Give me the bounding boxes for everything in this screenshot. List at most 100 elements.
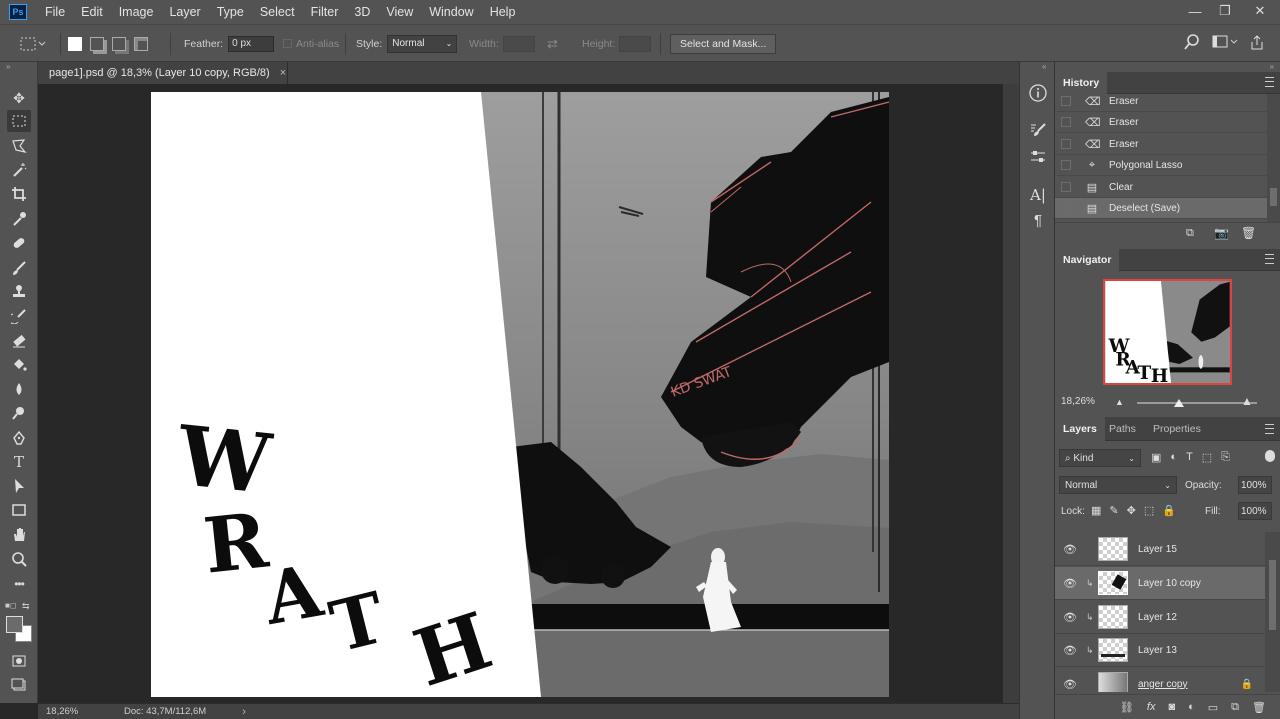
minimize-button[interactable]: — [1180,0,1210,22]
document-tab[interactable]: page1].psd @ 18,3% (Layer 10 copy, RGB/8… [38,62,288,84]
filter-shape-icon[interactable]: ⬚ [1202,451,1212,464]
navigator-zoom-value[interactable]: 18,26% [1061,396,1095,407]
eraser-tool-icon[interactable] [7,329,31,351]
menu-filter[interactable]: Filter [303,0,347,24]
character-panel-icon[interactable]: A| [1026,184,1050,206]
close-tab-icon[interactable]: × [280,67,286,79]
status-arrow-icon[interactable]: › [242,706,246,718]
vertical-scrollbar[interactable] [1003,84,1019,703]
hand-tool-icon[interactable] [7,524,31,546]
tab-paths[interactable]: Paths [1101,417,1144,441]
canvas-area[interactable]: KD SWAT W R A T H [38,84,1019,703]
add-mask-icon[interactable]: ◙ [1168,701,1175,713]
eye-icon[interactable]: 👁 [1060,644,1080,657]
tab-layers[interactable]: Layers [1055,417,1105,441]
new-selection-icon[interactable] [68,36,82,51]
layer-row-selected[interactable]: 👁 ↳ Layer 10 copy [1055,567,1265,600]
path-selection-tool-icon[interactable] [7,475,31,497]
lock-all-icon[interactable]: 🔒 [1162,504,1176,517]
close-button[interactable]: ✕ [1240,0,1280,22]
navigator-panel-menu-icon[interactable] [1265,254,1274,264]
height-input[interactable] [619,35,652,52]
fill-input[interactable]: 100% [1238,502,1272,520]
layer-style-fx-icon[interactable]: fx [1147,701,1156,713]
delete-layer-icon[interactable]: 🗑 [1252,701,1266,714]
new-document-from-state-icon[interactable]: ⧉ [1186,227,1194,240]
zoom-out-mountain-icon[interactable]: ▲ [1115,397,1124,407]
type-tool-icon[interactable]: T [7,451,31,473]
lock-position-icon[interactable]: ✥ [1127,504,1136,517]
collapse-right-icon[interactable]: » [1270,62,1274,71]
menu-layer[interactable]: Layer [161,0,208,24]
filter-pixel-icon[interactable]: ▣ [1151,451,1161,464]
menu-image[interactable]: Image [111,0,162,24]
history-brush-tool-icon[interactable] [7,305,31,327]
layer-row[interactable]: 👁 Layer 15 [1055,533,1265,566]
filter-toggle-icon[interactable] [1265,450,1275,462]
snapshot-camera-icon[interactable]: 📷 [1214,226,1229,240]
feather-input[interactable]: 0 px [228,35,275,52]
marquee-preset-button[interactable] [20,25,46,62]
menu-view[interactable]: View [378,0,421,24]
filter-adjustment-icon[interactable]: ◐ [1170,451,1177,464]
eyedropper-tool-icon[interactable] [7,208,31,230]
opacity-input[interactable]: 100% [1238,476,1272,494]
delete-state-icon[interactable]: 🗑 [1241,226,1256,240]
layer-row[interactable]: 👁 ↳ Layer 12 [1055,601,1265,634]
width-input[interactable] [502,35,535,52]
info-panel-icon[interactable] [1026,82,1050,104]
lock-artboard-icon[interactable]: ⬚ [1144,504,1154,517]
menu-window[interactable]: Window [421,0,481,24]
layers-scrollbar[interactable] [1265,532,1280,692]
history-item-selected[interactable]: ▤ Deselect (Save) [1055,198,1267,219]
navigator-zoom-slider[interactable] [1137,399,1257,407]
quick-mask-icon[interactable] [7,650,31,672]
expand-panels-icon[interactable]: « [1042,62,1046,71]
zoom-in-mountain-icon[interactable]: ▲ [1241,394,1253,408]
history-item[interactable]: ⌫ Eraser [1055,112,1267,133]
tab-navigator[interactable]: Navigator [1055,249,1120,271]
layer-row[interactable]: 👁 anger copy 🔒 [1055,668,1265,692]
menu-select[interactable]: Select [252,0,303,24]
eye-icon[interactable]: 👁 [1060,577,1080,590]
history-item[interactable]: ⌫ Eraser [1055,134,1267,155]
lock-transparent-icon[interactable]: ▦ [1091,504,1101,517]
filter-type-icon[interactable]: T [1186,451,1193,464]
subtract-selection-icon[interactable] [112,36,126,51]
eye-icon[interactable]: 👁 [1060,543,1080,556]
brush-presets-icon[interactable] [1026,119,1050,141]
screen-mode-icon[interactable] [7,674,31,696]
filter-smart-object-icon[interactable]: ⎘ [1221,451,1230,464]
menu-edit[interactable]: Edit [73,0,111,24]
swap-dimensions-icon[interactable]: ⇄ [547,25,558,62]
magic-wand-tool-icon[interactable] [7,159,31,181]
artwork-canvas[interactable]: KD SWAT W R A T H [151,92,889,697]
pen-tool-icon[interactable] [7,427,31,449]
new-layer-icon[interactable]: ⧉ [1231,701,1239,714]
search-icon[interactable] [1184,34,1200,53]
filter-kind-select[interactable]: ⌕ Kind ⌄ [1059,449,1141,467]
blur-tool-icon[interactable] [7,378,31,400]
layers-panel-menu-icon[interactable] [1265,424,1274,434]
menu-3d[interactable]: 3D [346,0,378,24]
add-selection-icon[interactable] [90,36,104,51]
navigator-preview[interactable]: WRATH [1103,279,1232,385]
default-colors-icon[interactable]: ■◻ [5,601,16,610]
history-item[interactable]: ⌖ Polygonal Lasso [1055,155,1267,176]
adjustments-sliders-icon[interactable] [1026,146,1050,168]
collapse-toolbar-icon[interactable]: » [6,62,10,71]
tab-properties[interactable]: Properties [1145,417,1209,441]
antialias-checkbox[interactable] [283,39,292,48]
move-tool-icon[interactable]: ✥ [7,87,31,109]
share-icon[interactable] [1250,34,1264,53]
status-zoom[interactable]: 18,26% [46,706,116,717]
layer-row[interactable]: 👁 ↳ Layer 13 [1055,634,1265,667]
adjustment-layer-icon[interactable]: ◐ [1188,701,1195,713]
eye-icon[interactable]: 👁 [1060,611,1080,624]
more-tools-icon[interactable]: ••• [7,573,31,595]
healing-brush-tool-icon[interactable] [7,232,31,254]
zoom-slider-thumb[interactable] [1174,399,1184,407]
lock-pixels-icon[interactable]: ✎ [1109,504,1118,517]
clone-stamp-tool-icon[interactable] [7,281,31,303]
zoom-tool-icon[interactable] [7,548,31,570]
